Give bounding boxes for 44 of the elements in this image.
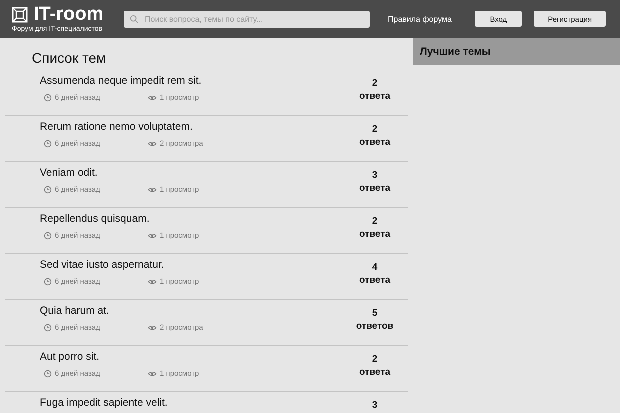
eye-icon [148, 278, 157, 284]
eye-icon [148, 94, 157, 100]
sidebar-title: Лучшие темы [420, 46, 491, 58]
answer-label: ответа [359, 136, 391, 149]
logo-icon [12, 6, 28, 22]
clock-icon [44, 232, 52, 240]
eye-icon [148, 324, 157, 330]
answer-count: 5 [372, 307, 378, 320]
topic-title[interactable]: Repellendus quisquam. [40, 213, 342, 225]
answer-count: 2 [372, 353, 378, 366]
topic-title[interactable]: Rerum ratione nemo voluptatem. [40, 121, 342, 133]
clock-icon [44, 94, 52, 102]
eye-icon [148, 140, 157, 146]
answer-count: 3 [372, 399, 378, 412]
answer-count: 2 [372, 77, 378, 90]
rules-link[interactable]: Правила форума [388, 14, 452, 24]
topic-title[interactable]: Assumenda neque impedit rem sit. [40, 75, 342, 87]
answer-label: ответа [359, 90, 391, 103]
answer-count: 4 [372, 261, 378, 274]
topic-title[interactable]: Sed vitae iusto aspernatur. [40, 259, 342, 271]
clock-icon [44, 370, 52, 378]
topic-title[interactable]: Fuga impedit sapiente velit. [40, 397, 342, 409]
answer-label: ответа [359, 366, 391, 379]
topic-title[interactable]: Aut porro sit. [40, 351, 342, 363]
clock-icon [44, 278, 52, 286]
search-icon [130, 14, 139, 24]
topic-title[interactable]: Quia harum at. [40, 305, 342, 317]
section-title: Список тем [32, 50, 108, 66]
answer-label: ответа [359, 182, 391, 195]
answer-label: ответа [359, 228, 391, 241]
clock-icon [44, 140, 52, 148]
search-field[interactable]: Поиск вопроса, темы по сайту... [124, 10, 370, 28]
logo-text: IT-room [34, 4, 104, 24]
clock-icon [44, 186, 52, 194]
answer-count: 3 [372, 169, 378, 182]
answer-count: 2 [372, 215, 378, 228]
eye-icon [148, 370, 157, 376]
answer-label: ответов [356, 320, 394, 333]
eye-icon [148, 232, 157, 238]
answer-count: 2 [372, 123, 378, 136]
answer-label: ответа [359, 274, 391, 287]
clock-icon [44, 324, 52, 332]
topic-title[interactable]: Veniam odit. [40, 167, 342, 179]
eye-icon [148, 186, 157, 192]
